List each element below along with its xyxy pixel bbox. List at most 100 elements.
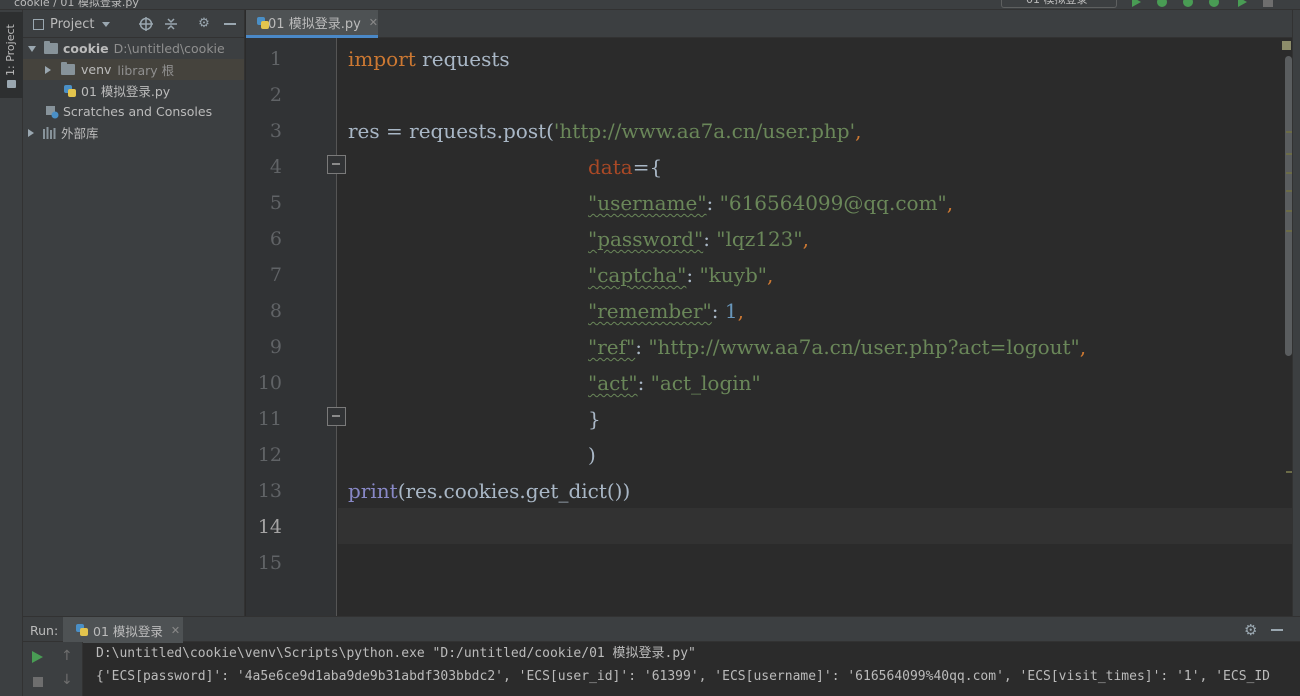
- project-tool-tab-label: 1: Project: [4, 24, 17, 76]
- run-icon[interactable]: [1130, 0, 1142, 7]
- line-number: 8: [269, 300, 282, 322]
- breadcrumb-file[interactable]: 01 模拟登录.py: [60, 0, 138, 9]
- python-file-icon: [256, 16, 269, 30]
- line-number-current: 14: [257, 516, 282, 538]
- collapse-icon[interactable]: [164, 17, 178, 31]
- arrow-up-icon[interactable]: ↑: [61, 648, 73, 664]
- gear-icon[interactable]: ⚙: [197, 17, 211, 31]
- profile-icon[interactable]: [1208, 0, 1220, 7]
- chevron-down-icon[interactable]: [28, 45, 36, 52]
- tree-item-main-py[interactable]: 01 模拟登录.py: [23, 80, 244, 101]
- code-line: "act": "act_login": [588, 371, 761, 395]
- target-icon[interactable]: [139, 17, 153, 31]
- editor-tab-bar: 01 模拟登录.py ✕: [246, 10, 1300, 38]
- code-line: ): [588, 443, 596, 467]
- run-panel-label: Run:: [30, 623, 59, 638]
- coverage-icon[interactable]: [1182, 0, 1194, 7]
- line-number: 5: [269, 192, 282, 214]
- rerun-icon[interactable]: [32, 651, 43, 663]
- scratches-icon: [46, 105, 59, 118]
- fold-marker[interactable]: [327, 407, 346, 426]
- code-line: "password": "lqz123",: [588, 227, 809, 251]
- code-line: import requests: [348, 47, 510, 71]
- right-tool-strip: [1292, 10, 1300, 616]
- line-number: 2: [269, 84, 282, 106]
- line-number: 3: [269, 120, 282, 142]
- tree-item-external-libs[interactable]: 外部库: [23, 122, 244, 143]
- tree-item-label: 01 模拟登录.py: [81, 84, 171, 99]
- left-tool-strip: 1: Project: [0, 10, 23, 616]
- project-tool-tab[interactable]: 1: Project: [0, 12, 23, 98]
- console-line: D:\untitled\cookie\venv\Scripts\python.e…: [96, 646, 696, 661]
- run-tab[interactable]: 01 模拟登录 ✕: [63, 617, 183, 643]
- stop-all-icon[interactable]: [1262, 0, 1274, 7]
- line-number: 1: [269, 48, 282, 70]
- code-line: data={: [588, 155, 663, 179]
- tree-item-label: venv: [81, 62, 112, 77]
- code-line: print(res.cookies.get_dict()): [348, 479, 631, 503]
- title-bar: cookie / 01 模拟登录.py 01 模拟登录: [0, 0, 1300, 10]
- code-editor[interactable]: 1 2 3 4 5 6 7 8 9 10 11 12 13 14 15 impo…: [246, 38, 1300, 616]
- run-panel-toolbar: ↑ ↓: [23, 642, 83, 696]
- line-number: 12: [257, 444, 282, 466]
- project-panel-header: Project ⚙: [23, 10, 244, 38]
- chevron-right-icon[interactable]: [45, 65, 51, 74]
- tree-item-venv[interactable]: venv library 根: [23, 59, 244, 80]
- line-number: 13: [257, 480, 282, 502]
- tree-item-label: Scratches and Consoles: [63, 104, 213, 119]
- fold-marker[interactable]: [327, 155, 346, 174]
- tree-item-note: library 根: [117, 63, 175, 78]
- breadcrumb: cookie / 01 模拟登录.py: [14, 0, 139, 9]
- library-icon: [43, 126, 56, 139]
- code-line: "ref": "http://www.aa7a.cn/user.php?act=…: [588, 335, 1087, 359]
- line-number: 9: [269, 336, 282, 358]
- debug-icon[interactable]: [1156, 0, 1168, 7]
- line-number: 4: [269, 156, 282, 178]
- run-config-dropdown[interactable]: 01 模拟登录: [1001, 0, 1117, 8]
- close-icon[interactable]: ✕: [369, 16, 378, 29]
- folder-icon: [61, 62, 75, 75]
- tree-item-label: cookie: [63, 41, 109, 56]
- run-console[interactable]: D:\untitled\cookie\venv\Scripts\python.e…: [0, 642, 1300, 696]
- line-number: 11: [257, 408, 282, 430]
- breadcrumb-project[interactable]: cookie: [14, 0, 50, 9]
- gear-icon[interactable]: ⚙: [1244, 621, 1257, 639]
- editor-tab-main-py[interactable]: 01 模拟登录.py ✕: [246, 10, 378, 38]
- line-number-gutter: 1 2 3 4 5 6 7 8 9 10 11 12 13 14 15: [246, 38, 337, 616]
- line-number: 15: [257, 552, 282, 574]
- project-square-icon: [33, 19, 44, 30]
- python-file-icon: [63, 84, 77, 98]
- arrow-down-icon[interactable]: ↓: [61, 672, 73, 688]
- project-panel-title: Project: [50, 17, 95, 32]
- project-view-selector[interactable]: Project: [33, 17, 111, 32]
- editor-tab-label: 01 模拟登录.py: [268, 17, 361, 32]
- tree-item-path: D:\untitled\cookie: [113, 41, 225, 56]
- line-number: 6: [269, 228, 282, 250]
- code-line: "remember": 1,: [588, 299, 744, 323]
- line-number: 7: [269, 264, 282, 286]
- run-tab-label: 01 模拟登录: [93, 623, 163, 639]
- chevron-down-icon: [102, 22, 111, 27]
- concurrency-icon[interactable]: [1236, 0, 1248, 7]
- console-line: {'ECS[password]': '4a5e6ce9d1aba9de9b31a…: [96, 669, 1270, 684]
- tree-item-cookie[interactable]: cookie D:\untitled\cookie: [23, 38, 244, 59]
- current-line-highlight: [338, 508, 1292, 544]
- vertical-scrollbar[interactable]: [1285, 56, 1292, 356]
- hide-panel-icon[interactable]: [1271, 629, 1283, 631]
- code-line: "captcha": "kuyb",: [588, 263, 774, 287]
- line-number: 10: [257, 372, 282, 394]
- code-line: res = requests.post('http://www.aa7a.cn/…: [348, 119, 862, 143]
- close-icon[interactable]: ✕: [171, 624, 180, 637]
- code-line: "username": "616564099@qq.com",: [588, 191, 954, 215]
- run-panel-header: Run: 01 模拟登录 ✕ ⚙: [23, 616, 1300, 643]
- stop-icon[interactable]: [33, 677, 43, 687]
- folder-icon: [44, 41, 58, 54]
- hide-panel-icon[interactable]: [223, 17, 237, 31]
- tree-item-label: 外部库: [61, 126, 99, 141]
- chevron-right-icon[interactable]: [28, 128, 34, 137]
- project-tool-icon: [7, 80, 16, 88]
- inspection-status-icon[interactable]: [1282, 41, 1291, 50]
- tree-item-scratches[interactable]: Scratches and Consoles: [23, 101, 244, 122]
- project-panel: Project ⚙ cookie D:\untitled\cookie venv…: [23, 10, 245, 616]
- code-line: }: [588, 407, 601, 431]
